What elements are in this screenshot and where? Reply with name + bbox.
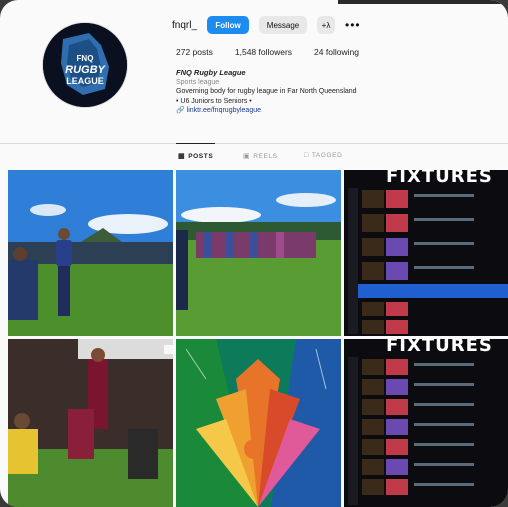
category-label: Sports league xyxy=(176,78,220,86)
post-thumbnail-indigenous-art[interactable] xyxy=(176,339,341,507)
message-button[interactable]: Message xyxy=(259,16,308,34)
username: fnqrl_ xyxy=(172,19,198,31)
grid-icon: ▦ xyxy=(178,153,186,160)
tab-tagged-label: TAGGED xyxy=(311,152,343,159)
profile-header-row: fnqrl_ Follow Message +λ ••• xyxy=(172,14,361,36)
bio-line-1: Governing body for rugby league in Far N… xyxy=(176,88,357,95)
more-options-icon[interactable]: ••• xyxy=(345,18,361,32)
link-icon: 🔗 xyxy=(176,107,185,114)
posts-count[interactable]: 272 posts xyxy=(176,47,213,57)
photo-team-lineup xyxy=(176,170,341,336)
bio-line-2: • U6 Juniors to Seniors • xyxy=(176,97,252,105)
photo-lineout xyxy=(8,339,173,507)
profile-stats: 272 posts 1,548 followers 24 following xyxy=(176,47,359,57)
tab-tagged[interactable]: □ TAGGED xyxy=(304,152,342,159)
tab-reels[interactable]: ▣ REELS xyxy=(243,152,278,161)
posts-grid: FIXTURES FIXTURES xyxy=(8,170,508,507)
logo-text-bot: LEAGUE xyxy=(66,76,104,86)
fnq-rugby-league-logo: FNQ RUGBY LEAGUE xyxy=(43,23,127,107)
post-thumbnail-lineout[interactable] xyxy=(8,339,173,507)
bio-link[interactable]: 🔗 linktr.ee/fnqrugbyleague xyxy=(176,106,436,116)
fixtures-list-1 xyxy=(348,188,508,334)
profile-avatar[interactable]: FNQ RUGBY LEAGUE xyxy=(42,22,128,108)
profile-bio: FNQ Rugby League Sports league Governing… xyxy=(176,68,436,116)
followers-count[interactable]: 1,548 followers xyxy=(235,47,292,57)
following-count[interactable]: 24 following xyxy=(314,47,359,57)
post-thumbnail-team-huddle[interactable] xyxy=(8,170,173,336)
display-name: FNQ Rugby League xyxy=(176,68,246,77)
instagram-profile-frame: FNQ RUGBY LEAGUE fnqrl_ Follow Message +… xyxy=(0,0,508,507)
suggest-user-button[interactable]: +λ xyxy=(317,16,336,34)
artwork-indigenous-design xyxy=(176,339,341,507)
logo-text-top: FNQ xyxy=(77,54,94,63)
tab-posts[interactable]: ▦ POSTS xyxy=(175,143,216,160)
post-thumbnail-team-lineup[interactable] xyxy=(176,170,341,336)
fixtures-list-2 xyxy=(348,357,474,505)
post-thumbnail-fixtures-2[interactable]: FIXTURES xyxy=(344,339,508,507)
bio-link-text: linktr.ee/fnqrugbyleague xyxy=(186,107,262,114)
follow-button[interactable]: Follow xyxy=(207,16,250,34)
profile-tabs: ▦ POSTS ▣ REELS □ TAGGED xyxy=(0,143,508,166)
reels-icon: ▣ xyxy=(243,153,251,160)
tab-reels-label: REELS xyxy=(253,152,278,160)
window-top-edge xyxy=(338,0,508,4)
tagged-icon: □ xyxy=(304,152,309,159)
photo-team-huddle xyxy=(8,170,173,336)
post-thumbnail-fixtures-1[interactable]: FIXTURES xyxy=(344,170,508,336)
logo-text-mid: RUGBY xyxy=(65,64,106,76)
tab-posts-label: POSTS xyxy=(188,152,214,160)
